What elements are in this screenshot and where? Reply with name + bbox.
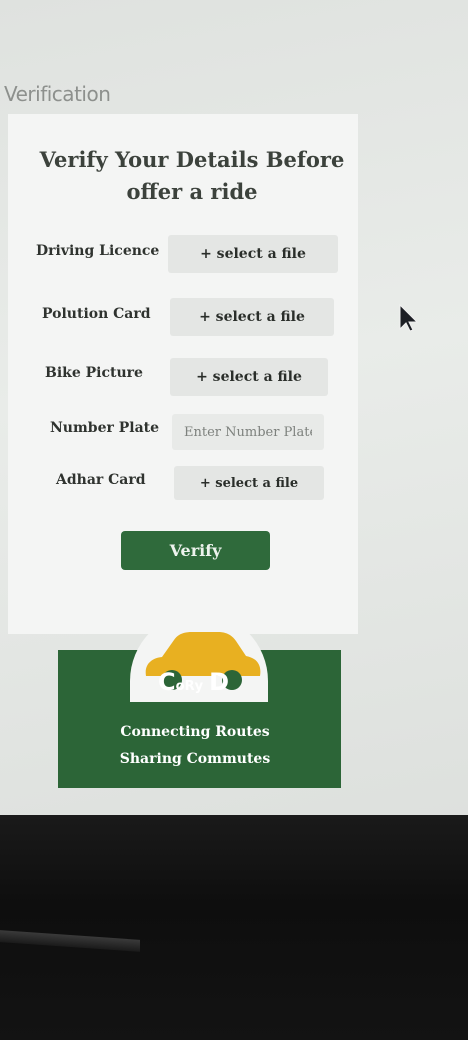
tagline-line-1: Connecting Routes [120, 724, 270, 740]
bike-picture-label: Bike Picture [45, 365, 143, 381]
mouse-pointer-icon [399, 303, 419, 332]
bike-picture-file-button[interactable]: + select a file [170, 358, 328, 396]
card-heading: Verify Your Details Before offer a ride [39, 147, 345, 204]
tagline-line-2: Sharing Commutes [119, 751, 271, 767]
adhar-card-label: Adhar Card [56, 472, 146, 488]
logo-letter-c: C [158, 668, 176, 696]
page-title: Verification [4, 82, 111, 106]
logo-letter-d: D [209, 668, 229, 696]
polution-card-label: Polution Card [42, 306, 151, 322]
monitor-bezel [0, 815, 468, 1040]
driving-licence-file-button[interactable]: + select a file [168, 235, 338, 273]
logo-letter-y: y [194, 679, 204, 694]
logo-letter-o: o [175, 679, 185, 694]
number-plate-label: Number Plate [50, 420, 160, 436]
polution-card-file-button[interactable]: + select a file [170, 298, 334, 336]
verify-button[interactable]: Verify [121, 531, 270, 570]
number-plate-input[interactable] [172, 414, 324, 450]
adhar-card-file-button[interactable]: + select a file [174, 466, 324, 500]
cord-logo-text: C o R y D [158, 668, 258, 696]
app-screen: Verification Verify Your Details Before … [0, 0, 468, 830]
driving-licence-label: Driving Licence [36, 243, 160, 259]
logo-letter-r: R [184, 679, 195, 694]
